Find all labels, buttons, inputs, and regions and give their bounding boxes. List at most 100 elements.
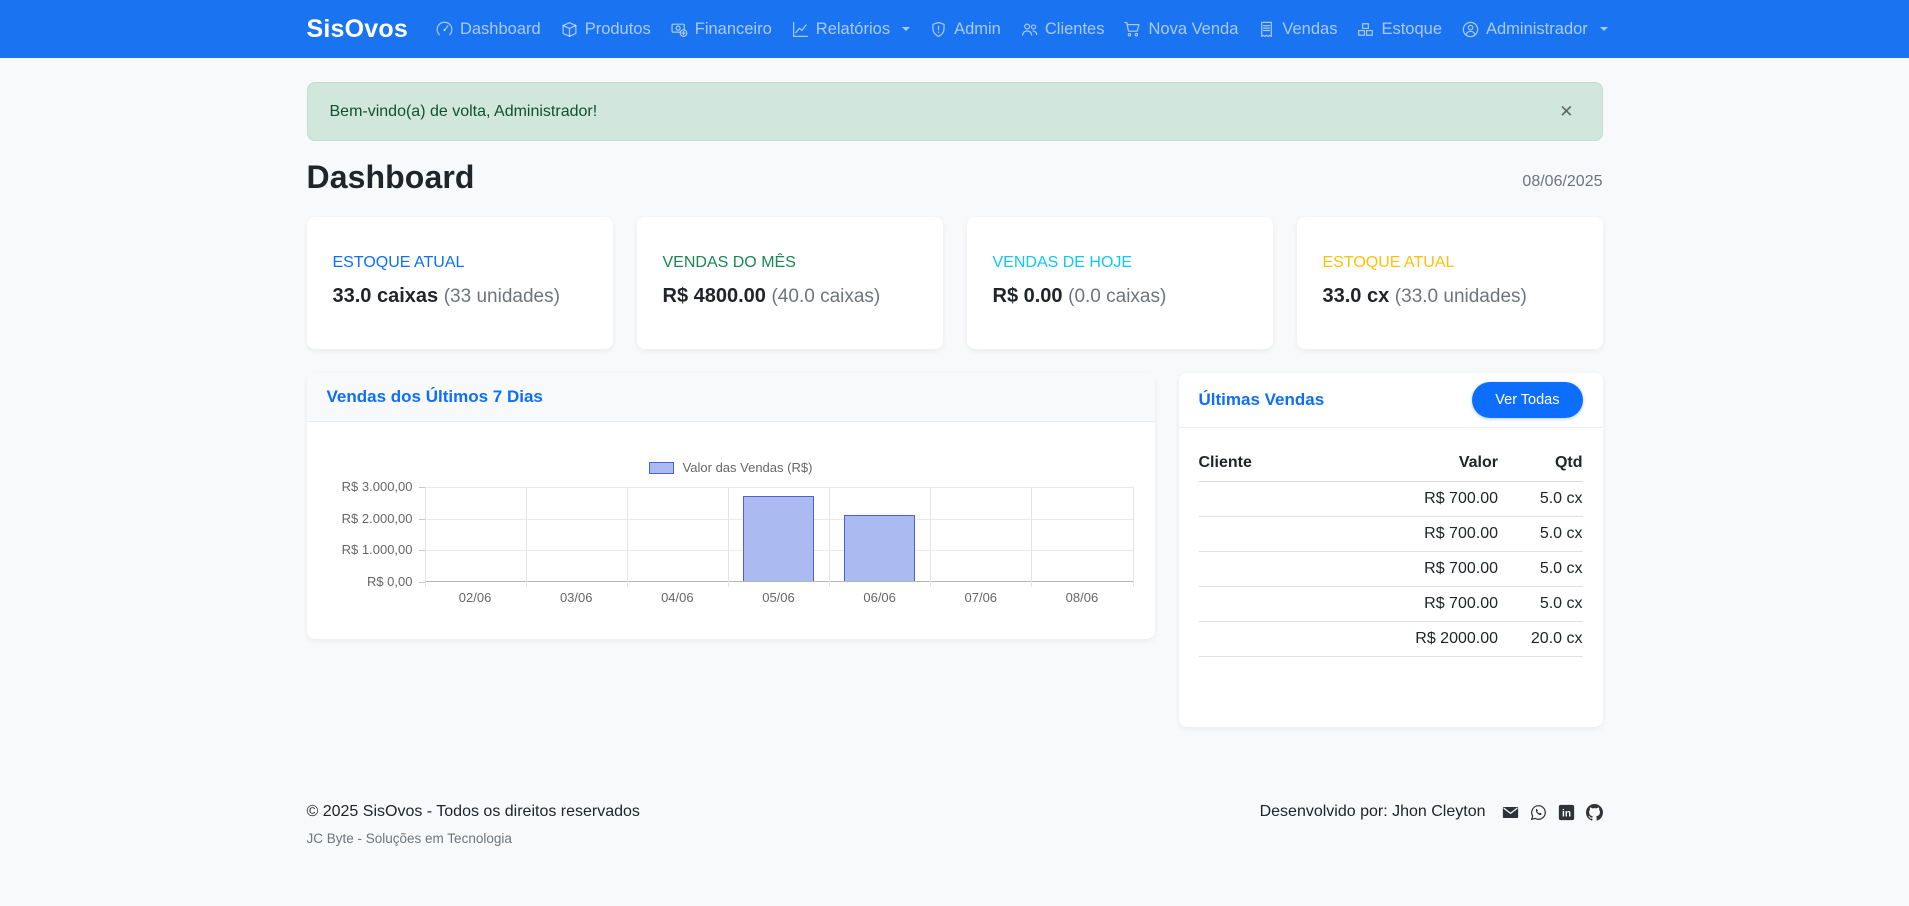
cash-coin-icon: [671, 21, 688, 38]
social-links: in: [1502, 804, 1603, 821]
nav-item-admin[interactable]: Admin: [920, 12, 1011, 47]
stat-card-label: VENDAS DE HOJE: [993, 254, 1247, 272]
cell-qtd: 5.0 cx: [1498, 482, 1583, 517]
close-icon[interactable]: ✕: [1553, 101, 1579, 122]
cell-valor: R$ 700.00: [1344, 587, 1498, 622]
caret-down-icon: [1600, 27, 1608, 31]
y-axis-tick-label: R$ 2.000,00: [342, 511, 413, 526]
user-dropdown-toggle[interactable]: Administrador: [1452, 12, 1618, 47]
user-menu: Administrador: [1452, 12, 1618, 47]
copyright-text: © 2025 SisOvos - Todos os direitos reser…: [307, 803, 640, 821]
stat-card-estoque-atual-0: ESTOQUE ATUAL 33.0 caixas (33 unidades): [307, 217, 613, 349]
table-row: R$ 700.005.0 cx: [1199, 517, 1583, 552]
stat-card-vendas-do-mes-1: VENDAS DO MÊSR$ 4800.00 (40.0 caixas): [637, 217, 943, 349]
table-header-row: ClienteValorQtd: [1199, 444, 1583, 482]
stat-card-value: 33.0 caixas: [333, 285, 439, 307]
chart-legend: Valor das Vendas (R$): [329, 460, 1133, 475]
stat-card-value: R$ 4800.00: [663, 285, 766, 307]
nav-item-label: Admin: [954, 20, 1001, 39]
stat-card-detail: (40.0 caixas): [771, 286, 880, 307]
y-axis-tick-label: R$ 3.000,00: [342, 479, 413, 494]
main-row: Vendas dos Últimos 7 Dias Valor das Vend…: [307, 373, 1603, 727]
stat-card-vendas-de-hoje-2: VENDAS DE HOJE R$ 0.00 (0.0 caixas): [967, 217, 1273, 349]
nav-item-clientes[interactable]: Clientes: [1011, 12, 1115, 47]
nav-item-estoque[interactable]: Estoque: [1347, 12, 1452, 47]
bar-06-06: [844, 515, 915, 582]
receipt-icon: [1258, 21, 1275, 38]
table-row: R$ 700.005.0 cx: [1199, 482, 1583, 517]
bar-05-06: [743, 496, 814, 582]
cell-valor: R$ 700.00: [1344, 482, 1498, 517]
svg-text:in: in: [1562, 808, 1571, 819]
cell-valor: R$ 700.00: [1344, 517, 1498, 552]
stat-card-detail: (33 unidades): [444, 286, 560, 307]
person-circle-icon: [1462, 21, 1479, 38]
column-header-qtd: Qtd: [1498, 444, 1583, 482]
email-icon[interactable]: [1502, 804, 1519, 821]
y-axis: R$ 0,00R$ 1.000,00R$ 2.000,00R$ 3.000,00: [329, 487, 425, 582]
github-icon[interactable]: [1586, 804, 1603, 821]
x-axis-tick-label: 05/06: [728, 590, 829, 605]
nav-item-nova-venda[interactable]: Nova Venda: [1114, 12, 1248, 47]
stat-card-estoque-atual-3: ESTOQUE ATUAL33.0 cx (33.0 unidades): [1297, 217, 1603, 349]
cell-qtd: 5.0 cx: [1498, 587, 1583, 622]
table-row: R$ 2000.0020.0 cx: [1199, 622, 1583, 657]
nav-item-label: Relatórios: [816, 20, 890, 39]
cell-qtd: 5.0 cx: [1498, 552, 1583, 587]
nav-item-label: Financeiro: [695, 20, 772, 39]
column-header-valor: Valor: [1344, 444, 1498, 482]
developer-credit: Desenvolvido por: Jhon Cleyton: [1260, 803, 1486, 821]
stat-card-value: 33.0 cx: [1323, 285, 1390, 307]
nav-menu: Dashboard Produtos Financeiro Relatórios Adm…: [426, 12, 1452, 47]
stat-card-label: ESTOQUE ATUAL: [333, 254, 587, 272]
nav-item-produtos[interactable]: Produtos: [551, 12, 661, 47]
cell-valor: R$ 2000.00: [1344, 622, 1498, 657]
stat-card-detail: (0.0 caixas): [1068, 286, 1166, 307]
sales-chart-card: Vendas dos Últimos 7 Dias Valor das Vend…: [307, 373, 1155, 639]
stat-card-value: R$ 0.00: [993, 285, 1063, 307]
nav-item-financeiro[interactable]: Financeiro: [661, 12, 782, 47]
cart-icon: [1124, 21, 1141, 38]
alert-message: Bem-vindo(a) de volta, Administrador!: [330, 103, 598, 121]
page-title: Dashboard: [307, 159, 475, 196]
nav-item-vendas[interactable]: Vendas: [1248, 12, 1347, 47]
footer: © 2025 SisOvos - Todos os direitos reser…: [0, 803, 1909, 894]
welcome-alert: Bem-vindo(a) de volta, Administrador! ✕: [307, 82, 1603, 141]
ver-todas-button[interactable]: Ver Todas: [1472, 382, 1582, 418]
nav-item-relatorios[interactable]: Relatórios: [782, 12, 920, 47]
stat-card-label: ESTOQUE ATUAL: [1323, 254, 1577, 272]
latest-sales-table: ClienteValorQtd R$ 700.005.0 cxR$ 700.00…: [1199, 444, 1583, 657]
chart-title: Vendas dos Últimos 7 Dias: [327, 387, 543, 406]
nav-item-dashboard[interactable]: Dashboard: [426, 12, 551, 47]
column-header-cliente: Cliente: [1199, 444, 1345, 482]
shield-icon: [930, 21, 947, 38]
cell-cliente: [1199, 622, 1345, 657]
x-axis-tick-label: 06/06: [829, 590, 930, 605]
box-icon: [561, 21, 578, 38]
speedometer-icon: [436, 21, 453, 38]
latest-sales-header: Últimas Vendas Ver Todas: [1179, 373, 1603, 428]
latest-sales-title: Últimas Vendas: [1199, 390, 1325, 410]
nav-item-label: Nova Venda: [1148, 20, 1238, 39]
x-axis-tick-label: 04/06: [627, 590, 728, 605]
plot-area: [425, 487, 1133, 582]
latest-sales-body: ClienteValorQtd R$ 700.005.0 cxR$ 700.00…: [1179, 428, 1603, 657]
table-row: R$ 700.005.0 cx: [1199, 552, 1583, 587]
x-axis-tick-label: 02/06: [425, 590, 526, 605]
cell-valor: R$ 700.00: [1344, 552, 1498, 587]
linkedin-icon[interactable]: in: [1558, 804, 1575, 821]
nav-item-label: Clientes: [1045, 20, 1105, 39]
bar-chart: Valor das Vendas (R$)R$ 0,00R$ 1.000,00R…: [329, 460, 1133, 605]
company-credit: JC Byte - Soluções em Tecnologia: [307, 831, 640, 846]
page-date: 08/06/2025: [1522, 173, 1602, 196]
cell-cliente: [1199, 517, 1345, 552]
x-axis-tick-label: 03/06: [526, 590, 627, 605]
cell-cliente: [1199, 552, 1345, 587]
nav-item-label: Produtos: [585, 20, 651, 39]
footer-left: © 2025 SisOvos - Todos os direitos reser…: [307, 803, 640, 846]
whatsapp-icon[interactable]: [1530, 804, 1547, 821]
y-axis-tick-label: R$ 1.000,00: [342, 542, 413, 557]
people-icon: [1021, 21, 1038, 38]
brand-logo[interactable]: SisOvos: [307, 15, 408, 44]
legend-swatch: [649, 462, 674, 474]
